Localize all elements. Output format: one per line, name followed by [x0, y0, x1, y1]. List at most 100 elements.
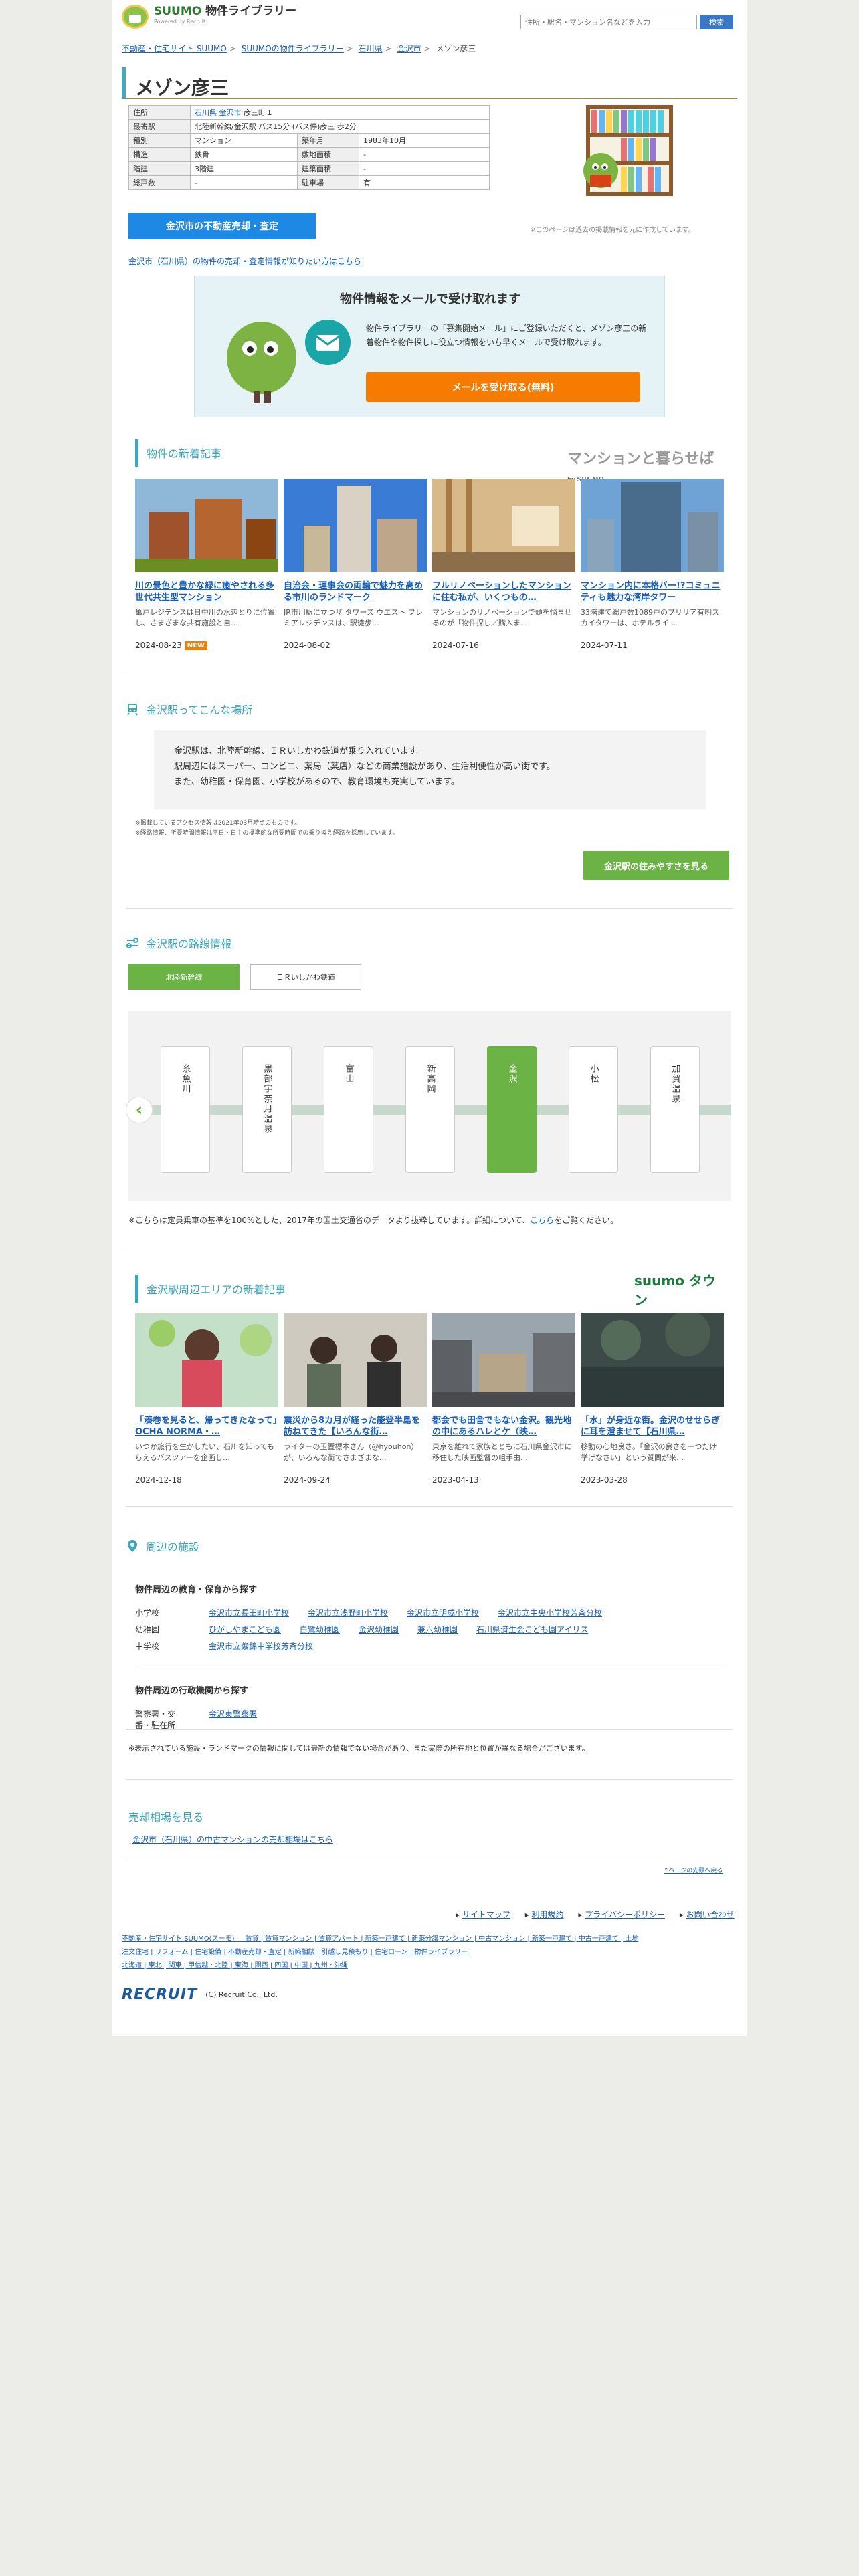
facility-link[interactable]: 金沢東警察署: [209, 1708, 257, 1731]
breadcrumb-item[interactable]: SUUMOの物件ライブラリー: [242, 44, 344, 53]
article-card[interactable]: 「湊巻を見ると、帰ってきたなって」 OCHA NORMA・… いつか旅行を生かし…: [135, 1313, 278, 1485]
info-key: 最寄駅: [128, 119, 191, 134]
footer-links-row[interactable]: 注文住宅 | リフォーム | 住宅設備 | 不動産売却・査定 | 新築相談 | …: [122, 1946, 737, 1959]
station-notes: ※掲載しているアクセス情報は2021年03月時点のものです。 ※経路情報、所要時間…: [135, 819, 398, 839]
recruit-logo: RECRUIT (C) Recruit Co., Ltd.: [122, 1986, 278, 2003]
facility-link[interactable]: ひがしやまこども園: [209, 1624, 281, 1635]
mail-heading: 物件情報をメールで受け取れます: [340, 292, 520, 306]
article-title[interactable]: 自治会・理事会の両輪で魅力を高める市川のランドマーク: [284, 580, 427, 603]
breadcrumb-item[interactable]: 石川県: [359, 44, 383, 53]
route-note-link[interactable]: こちら: [530, 1216, 554, 1225]
article-image: [284, 479, 427, 572]
facility-link[interactable]: 金沢市立明成小学校: [407, 1607, 479, 1618]
breadcrumb-item[interactable]: 不動産・住宅サイト SUUMO: [122, 44, 227, 53]
mail-icon: [305, 320, 351, 365]
station-card[interactable]: 黒部宇奈月温泉: [242, 1046, 292, 1173]
article-title[interactable]: 川の景色と豊かな緑に癒やされる多世代共生型マンション: [135, 580, 278, 603]
info-value: マンション: [190, 133, 298, 148]
copyright: (C) Recruit Co., Ltd.: [205, 1990, 278, 1999]
note-line: ※経路情報、所要時間情報は平日・日中の標準的な所要時間での乗り換え経路を採用して…: [135, 830, 399, 837]
article-title[interactable]: 震災から8カ月が経った能登半島を訪ねてきた【いろんな街…: [284, 1415, 427, 1438]
article-card[interactable]: フルリノベーションしたマンションに住む私が、いくつもの… マンションのリノベーシ…: [432, 479, 575, 650]
sale-assessment-button[interactable]: 金沢市の不動産売却・査定: [128, 213, 316, 239]
sitemap-link[interactable]: サイトマップ: [462, 1910, 510, 1919]
station-card[interactable]: 加賀温泉: [650, 1046, 700, 1173]
contact-link[interactable]: お問い合わせ: [686, 1910, 735, 1919]
tab-ir-ishikawa[interactable]: ＩＲいしかわ鉄道: [250, 964, 361, 990]
facility-row: 中学校 金沢市立紫錦中学校芳斉分校: [135, 1640, 724, 1652]
image-note: ※このページは過去の掲載情報を元に作成しています。: [530, 227, 695, 234]
article-card[interactable]: 震災から8カ月が経った能登半島を訪ねてきた【いろんな街… ライターの玉置標本さん…: [284, 1313, 427, 1485]
suumo-logo[interactable]: SUUMO 物件ライブラリー Powered by Recruit: [122, 4, 296, 29]
article-card[interactable]: 川の景色と豊かな緑に癒やされる多世代共生型マンション 亀戸レジデンスは日中川の水…: [135, 479, 278, 650]
article-desc: マンションのリノベーションで頭を悩ませるのが「物件探し／購入ま…: [432, 608, 572, 627]
info-key: 住所: [128, 105, 191, 120]
breadcrumb-item[interactable]: 金沢市: [397, 44, 421, 53]
facility-link[interactable]: 兼六幼稚園: [417, 1624, 458, 1635]
facility-link[interactable]: 金沢幼稚園: [359, 1624, 399, 1635]
station-card-current[interactable]: 金沢: [487, 1046, 537, 1173]
article-card[interactable]: 自治会・理事会の両輪で魅力を高める市川のランドマーク JR市川駅に立つザ タワー…: [284, 479, 427, 650]
facility-link[interactable]: 金沢市立浅野町小学校: [308, 1607, 388, 1618]
facility-link[interactable]: 金沢市立長田町小学校: [209, 1607, 289, 1618]
station-card[interactable]: 富山: [324, 1046, 373, 1173]
market-link[interactable]: 金沢市（石川県）の中古マンションの売却相場はこちら: [132, 1834, 333, 1845]
station-livability-button[interactable]: 金沢駅の住みやすさを見る: [583, 851, 729, 880]
facility-category: 幼稚園: [135, 1625, 160, 1634]
article-image: [135, 479, 278, 572]
article-desc: いつか旅行を生かしたい、石川を知ってもらえるバスツアーを企画し…: [135, 1442, 274, 1462]
facility-link[interactable]: 金沢市立中央小学校芳斉分校: [498, 1607, 602, 1618]
station-desc-line: 駅周辺にはスーパー、コンビニ、薬局（薬店）などの商業施設があり、生活利便性が高い…: [174, 762, 555, 772]
article-desc: JR市川駅に立つザ タワーズ ウエスト プレミアレジデンスは、駅徒歩…: [284, 608, 423, 627]
facility-link[interactable]: 金沢市立紫錦中学校芳斉分校: [209, 1640, 313, 1652]
station-heading: 金沢駅ってこんな場所: [126, 701, 252, 717]
article-title[interactable]: マンション内に本格バー!?コミュニティも魅力な湾岸タワー: [581, 580, 724, 603]
prefecture-link[interactable]: 石川県: [195, 108, 217, 117]
date-text: 2024-07-11: [581, 641, 628, 650]
facilities-sub-heading: 物件周辺の教育・保育から探す: [135, 1585, 258, 1595]
info-key: 種別: [128, 133, 191, 148]
page: SUUMO 物件ライブラリーPowered by Recruit 検索 不動産・…: [112, 0, 747, 2036]
city-link[interactable]: 金沢市: [219, 108, 242, 117]
mail-description: 物件ライブラリーの「募集開始メール」にご登録いただくと、メゾン彦三の新着物件や物…: [366, 324, 647, 347]
footer-links-row[interactable]: 不動産・住宅サイト SUUMO(スーモ) ｜ 賃貸 | 賃貸マンション | 賃貸…: [122, 1933, 737, 1946]
mansion-brand-logo[interactable]: マンションと暮らせばby SUUMO: [567, 447, 721, 484]
note-text-end: をご覧ください。: [554, 1216, 619, 1225]
article-title[interactable]: フルリノベーションしたマンションに住む私が、いくつもの…: [432, 580, 575, 603]
chevron-left-icon[interactable]: ‹: [126, 1097, 153, 1123]
info-key: 駐車場: [297, 175, 359, 190]
article-card[interactable]: マンション内に本格バー!?コミュニティも魅力な湾岸タワー 33階建て総戸数108…: [581, 479, 724, 650]
station-name: 黒部宇奈月温泉: [262, 1064, 272, 1134]
station-card[interactable]: 糸魚川: [161, 1046, 210, 1173]
date-text: 2024-08-02: [284, 641, 330, 650]
tab-hokuriku-shinkansen[interactable]: 北陸新幹線: [128, 964, 240, 990]
article-desc: ライターの玉置標本さん（@hyouhon）が、いろんな街でさまざまな…: [284, 1442, 419, 1462]
article-card[interactable]: 「水」が身近な街。金沢のせせらぎに耳を澄ませて【石川県… 移動の心地良さ。「金沢…: [581, 1311, 724, 1485]
divider: [126, 908, 733, 909]
route-heading: 金沢駅の路線情報: [126, 935, 231, 951]
breadcrumb: 不動産・住宅サイト SUUMO > SUUMOの物件ライブラリー > 石川県 > 金沢…: [122, 44, 476, 53]
privacy-link[interactable]: プライバシーポリシー: [585, 1910, 665, 1919]
divider: [126, 1729, 733, 1730]
article-title[interactable]: 「水」が身近な街。金沢のせせらぎに耳を澄ませて【石川県…: [581, 1415, 724, 1438]
article-title[interactable]: 都会でも田舎でもない金沢。観光地の中にあるハレとケ（映…: [432, 1415, 575, 1438]
sale-info-link[interactable]: 金沢市（石川県）の物件の売却・査定情報が知りたい方はこちら: [128, 255, 361, 267]
suumo-town-logo[interactable]: suumo タウン: [634, 1273, 721, 1308]
footer-site-links: 不動産・住宅サイト SUUMO(スーモ) ｜ 賃貸 | 賃貸マンション | 賃貸…: [122, 1933, 737, 1973]
page-top-link[interactable]: ↑ページの先頭へ戻る: [664, 1866, 723, 1874]
footer-links-row[interactable]: 北海道 | 東北 | 関東 | 甲信越・北陸 | 東海 | 関西 | 四国 | …: [122, 1959, 737, 1973]
station-card[interactable]: 新高岡: [405, 1046, 455, 1173]
terms-link[interactable]: 利用規約: [532, 1910, 564, 1919]
station-card[interactable]: 小松: [569, 1046, 618, 1173]
facility-link[interactable]: 石川県済生会こども園アイリス: [476, 1624, 588, 1635]
facilities-heading: 周辺の施設: [126, 1538, 199, 1554]
article-date: 2024-08-23 NEW: [135, 641, 278, 650]
article-title[interactable]: 「湊巻を見ると、帰ってきたなって」 OCHA NORMA・…: [135, 1415, 278, 1438]
mail-subscribe-button[interactable]: メールを受け取る(無料): [366, 372, 640, 402]
search-button[interactable]: 検索: [700, 15, 733, 29]
search-input[interactable]: [520, 15, 697, 29]
facility-link[interactable]: 白鷺幼稚園: [300, 1624, 340, 1635]
facilities-note: ※表示されている施設・ランドマークの情報に関しては最新の情報でない場合があり、ま…: [128, 1744, 589, 1753]
article-card[interactable]: 都会でも田舎でもない金沢。観光地の中にあるハレとケ（映… 東京を離れて家族ととも…: [432, 1313, 575, 1485]
article-date: 2024-07-16: [432, 641, 575, 650]
